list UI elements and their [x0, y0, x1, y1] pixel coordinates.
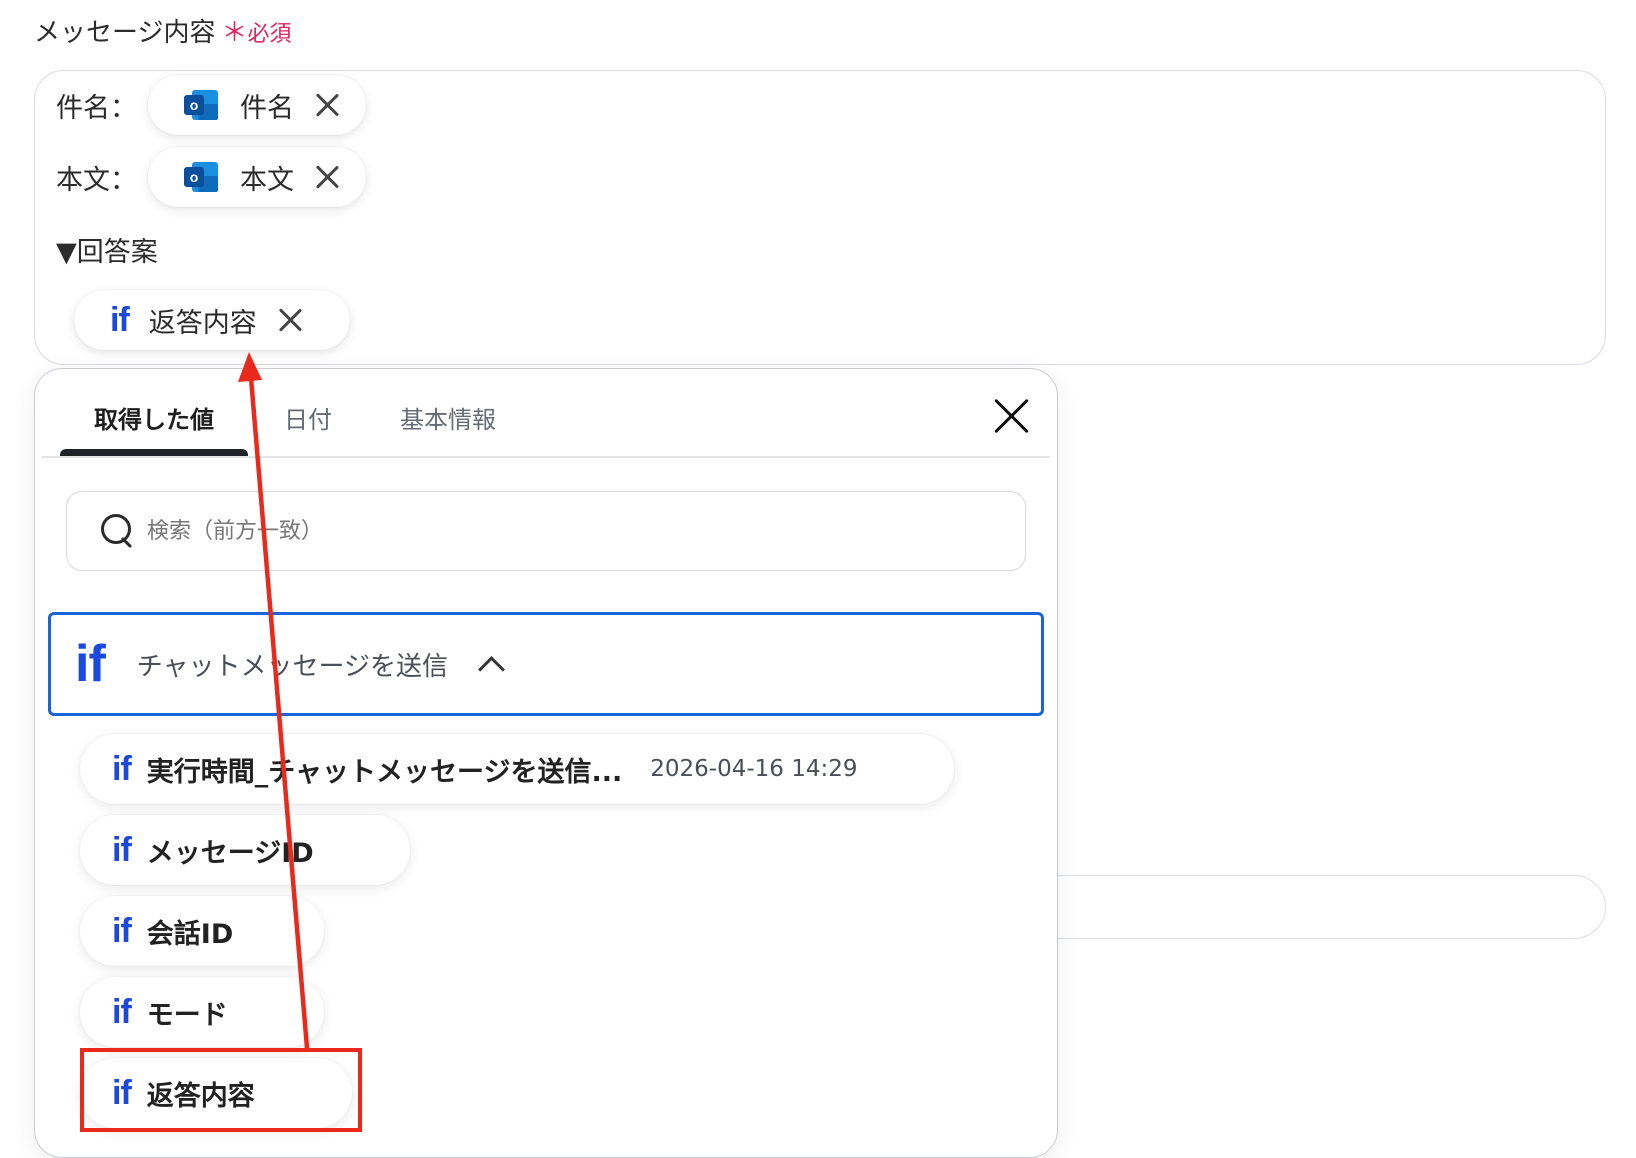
tab-basic-info[interactable]: 基本情報: [400, 400, 496, 435]
list-item-label: モード: [146, 999, 228, 1031]
tab-acquired-values[interactable]: 取得した値: [94, 400, 214, 435]
required-badge: ＊必須: [221, 18, 292, 48]
if-icon: if: [112, 992, 132, 1031]
body-label: 本文：: [56, 165, 137, 196]
required-star: ＊: [221, 18, 248, 48]
if-icon: if: [75, 635, 106, 693]
list-item-label: メッセージID: [146, 837, 314, 869]
group-title: チャットメッセージを送信: [136, 651, 448, 682]
group-header-send-chat-message[interactable]: if チャットメッセージを送信: [48, 612, 1044, 716]
outlook-icon: o: [184, 160, 218, 194]
tab-date[interactable]: 日付: [284, 400, 332, 435]
if-icon: if: [110, 300, 130, 339]
annotation-highlight-box: [80, 1048, 362, 1132]
required-text: 必須: [247, 22, 292, 47]
list-item[interactable]: if 会話ID: [80, 896, 324, 966]
field-label-text: メッセージ内容: [34, 18, 216, 48]
subject-chip[interactable]: o 件名: [148, 75, 366, 135]
body-chip[interactable]: o 本文: [148, 147, 366, 207]
answer-chip[interactable]: if 返答内容: [74, 290, 350, 350]
list-item-label: 実行時間_チャットメッセージを送信...: [146, 756, 623, 788]
list-item-label: 会話ID: [146, 918, 234, 950]
body-chip-label: 本文: [240, 164, 294, 196]
search-icon: [101, 514, 135, 549]
if-icon: if: [112, 911, 132, 950]
if-icon: if: [112, 830, 132, 869]
field-label: メッセージ内容 ＊必須: [34, 12, 292, 49]
search-input[interactable]: [145, 517, 949, 545]
if-icon: if: [112, 749, 132, 788]
answer-heading: ▼回答案: [56, 237, 158, 268]
close-icon[interactable]: [314, 92, 340, 118]
close-icon[interactable]: [277, 307, 303, 333]
list-item[interactable]: if メッセージID: [80, 815, 410, 885]
search-box[interactable]: [66, 491, 1026, 571]
list-item[interactable]: if モード: [80, 977, 324, 1047]
subject-label: 件名：: [56, 93, 137, 124]
list-item[interactable]: if 実行時間_チャットメッセージを送信... 2026-04-16 14:29: [80, 734, 954, 804]
outlook-icon: o: [184, 88, 218, 122]
chevron-up-icon: [478, 655, 505, 683]
answer-chip-label: 返答内容: [148, 307, 257, 339]
close-icon[interactable]: [994, 398, 1030, 434]
close-icon[interactable]: [314, 164, 340, 190]
list-item-value: 2026-04-16 14:29: [650, 756, 858, 782]
subject-chip-label: 件名: [240, 92, 294, 124]
tab-divider: [42, 456, 1050, 458]
